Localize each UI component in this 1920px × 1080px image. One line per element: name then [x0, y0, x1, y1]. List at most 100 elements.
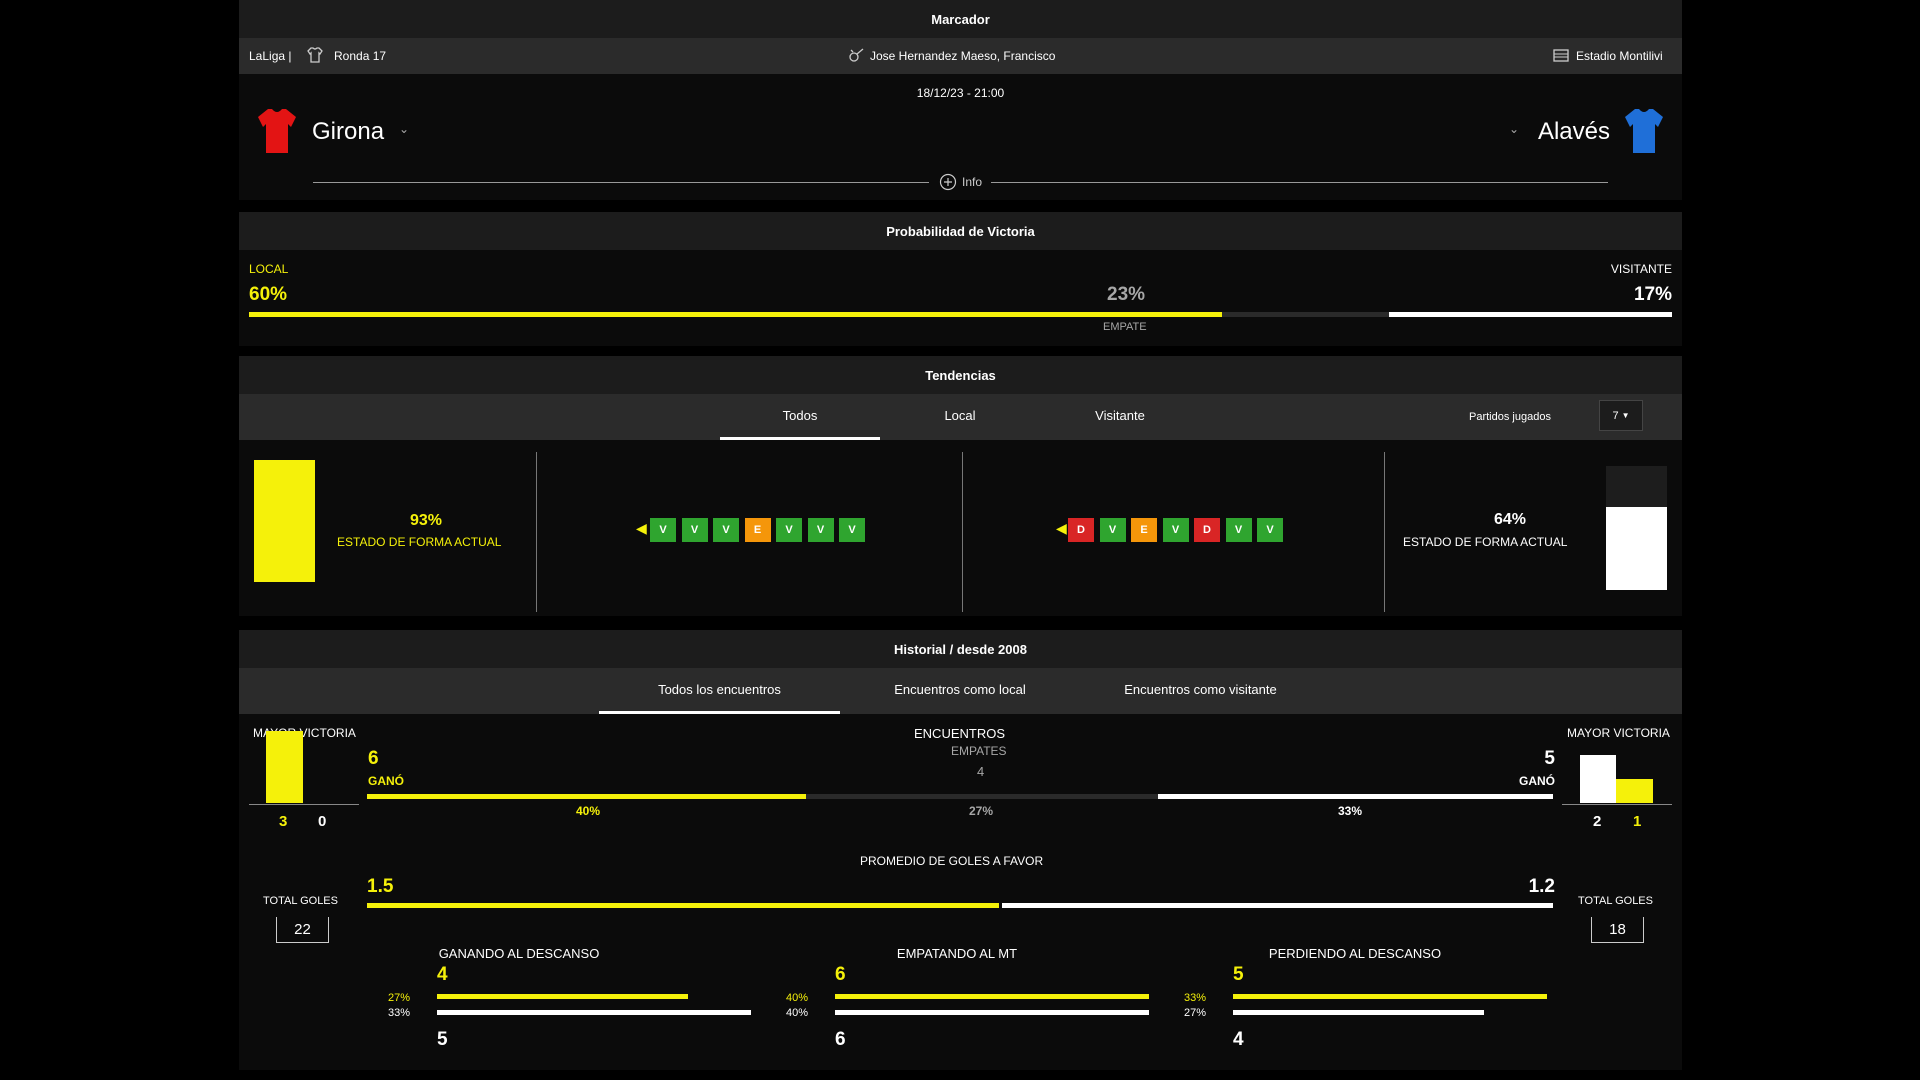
away-wins-pct: 33% [1338, 804, 1363, 818]
home-result-chip[interactable]: V [681, 518, 708, 542]
info-divider-right [991, 182, 1608, 183]
played-select[interactable]: 7 ▼ [1599, 400, 1643, 431]
home-results-arrow-icon: ◀ [636, 520, 647, 536]
away-biggest-win-chart [1562, 744, 1672, 805]
home-total-goals: 22 [294, 921, 311, 938]
probability-panel: LOCAL 60% 23% EMPATE VISITANTE 17% [239, 250, 1682, 346]
away-total-goals: 18 [1609, 921, 1626, 938]
stadium-icon [1553, 49, 1569, 62]
trends-title: Tendencias [925, 367, 996, 383]
away-team-name[interactable]: Alavés [1538, 118, 1610, 146]
probability-bar-track [249, 312, 1672, 317]
halftime-winning-away-pct: 33% [388, 1007, 411, 1019]
away-biggest-win-against-bar [1616, 779, 1653, 803]
away-team-chevron-down-icon[interactable]: ⌄ [1509, 122, 1519, 136]
draws-label: EMPATES [951, 744, 1007, 758]
home-biggest-win-against: 0 [318, 813, 327, 830]
halftime-drawing-away-value: 6 [835, 1029, 846, 1050]
halftime-winning-away-value: 5 [437, 1029, 448, 1050]
tab-local[interactable]: Local [880, 408, 1040, 440]
home-team-chevron-down-icon[interactable]: ⌄ [399, 122, 409, 136]
draws-pct: 27% [969, 804, 994, 818]
halftime-winning-home-value: 4 [437, 964, 448, 985]
marcador-title: Marcador [931, 11, 990, 27]
away-result-chip[interactable]: V [1225, 518, 1252, 542]
home-wins-pct: 40% [576, 804, 601, 818]
away-form-bar [1606, 507, 1667, 590]
away-result-chip[interactable]: E [1131, 518, 1157, 542]
shirt-icon [307, 47, 323, 63]
teams-panel: 18/12/23 - 21:00 Girona ⌄ ⌄ Alavés Info [239, 74, 1682, 200]
away-result-chip[interactable]: V [1257, 518, 1283, 542]
halftime-drawing-home-bar [835, 994, 1149, 999]
away-results-strip: DVEVDVV [1068, 518, 1283, 542]
marcador-header: Marcador [239, 0, 1682, 38]
tab-todos-encuentros[interactable]: Todos los encuentros [599, 682, 840, 714]
league-label[interactable]: LaLiga | [249, 49, 292, 63]
home-result-chip[interactable]: V [650, 518, 676, 542]
away-biggest-win-against: 1 [1633, 813, 1642, 830]
home-goals-avg-bar [367, 903, 999, 908]
home-wins-bar [367, 794, 806, 799]
home-team-name[interactable]: Girona [312, 118, 384, 146]
draws-value: 4 [977, 764, 985, 779]
home-form-bar [254, 460, 315, 582]
halftime-winning-home-bar [437, 994, 688, 999]
halftime-drawing-away-bar [835, 1010, 1149, 1015]
away-result-chip[interactable]: V [1162, 518, 1189, 542]
draw-probability-value: 23% [1107, 284, 1146, 305]
halftime-winning-block: GANANDO AL DESCANSO 4 27% 33% 5 [359, 946, 759, 1070]
home-result-chip[interactable]: V [776, 518, 802, 542]
trends-divider-2 [962, 452, 963, 612]
home-result-chip[interactable]: V [839, 518, 865, 542]
halftime-drawing-home-pct: 40% [786, 992, 809, 1004]
halftime-losing-away-bar [1233, 1010, 1484, 1015]
halftime-losing-label: PERDIENDO AL DESCANSO [1268, 946, 1442, 961]
away-result-chip[interactable]: V [1099, 518, 1126, 542]
local-probability-bar [249, 312, 1222, 317]
tab-visitante[interactable]: Visitante [1040, 408, 1200, 440]
away-wins-label: GANÓ [1519, 774, 1555, 788]
local-label: LOCAL [249, 262, 289, 276]
home-wins-label: GANÓ [368, 774, 404, 788]
home-result-chip[interactable]: V [807, 518, 834, 542]
tab-encuentros-visitante[interactable]: Encuentros como visitante [1080, 682, 1321, 714]
played-label: Partidos jugados [1469, 411, 1551, 423]
local-probability-value: 60% [249, 284, 288, 305]
probability-header: Probabilidad de Victoria [239, 212, 1682, 250]
halftime-winning-label: GANANDO AL DESCANSO [438, 946, 600, 961]
home-result-chip[interactable]: V [713, 518, 739, 542]
halftime-losing-home-pct: 33% [1184, 992, 1207, 1004]
home-results-strip: VVVEVVV [650, 518, 865, 542]
away-results-arrow-icon: ◀ [1056, 520, 1067, 536]
tab-todos[interactable]: Todos [720, 408, 880, 440]
info-button[interactable]: Info [939, 173, 982, 191]
tab-encuentros-local[interactable]: Encuentros como local [840, 682, 1080, 714]
away-result-chip[interactable]: D [1194, 518, 1220, 542]
home-result-chip[interactable]: E [744, 518, 771, 542]
halftime-drawing-home-value: 6 [835, 964, 846, 985]
home-biggest-win-chart [249, 731, 359, 805]
played-value: 7 [1612, 409, 1619, 422]
history-header: Historial / desde 2008 [239, 630, 1682, 668]
info-label: Info [962, 175, 983, 189]
away-form-value: 64% [1494, 511, 1527, 528]
away-biggest-win-label: MAYOR VICTORIA [1567, 726, 1670, 740]
home-form-value: 93% [410, 512, 443, 529]
away-total-goals-box: 18 [1591, 917, 1644, 943]
whistle-icon [849, 48, 864, 62]
caret-down-icon: ▼ [1621, 411, 1630, 420]
info-divider-left [313, 182, 929, 183]
match-datetime: 18/12/23 - 21:00 [916, 86, 1005, 100]
halftime-losing-away-value: 4 [1233, 1029, 1244, 1050]
away-result-chip[interactable]: D [1068, 518, 1094, 542]
halftime-losing-block: PERDIENDO AL DESCANSO 5 33% 27% 4 [1155, 946, 1555, 1070]
scoreboard-page: Marcador LaLiga | Ronda 17 Jose Hernande… [239, 0, 1682, 1080]
home-total-goals-box: 22 [276, 917, 329, 943]
stadium-label: Estadio Montilivi [1576, 49, 1663, 63]
away-biggest-win-for: 2 [1593, 813, 1602, 830]
trends-tabbar: Todos Local Visitante Partidos jugados 7… [239, 394, 1682, 440]
referee-label: Jose Hernandez Maeso, Francisco [870, 49, 1056, 63]
goals-avg-bar [367, 903, 1553, 908]
encounters-bar-track [367, 794, 1553, 799]
